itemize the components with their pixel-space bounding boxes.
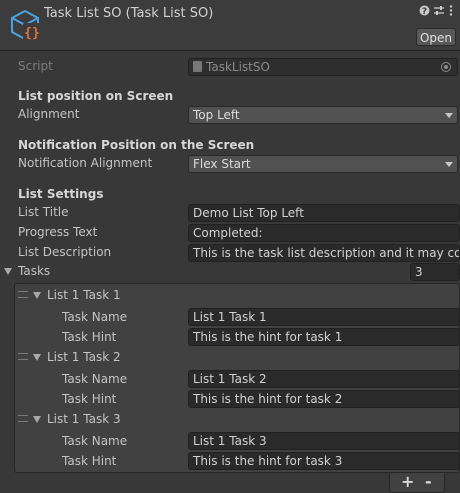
drag-handle-icon[interactable] (18, 353, 28, 360)
add-element-button[interactable]: + (401, 473, 414, 491)
task-element-header: List 1 Task 3 (47, 412, 121, 426)
notification-alignment-dropdown[interactable]: Flex Start (188, 155, 458, 173)
progress-text-field[interactable]: Completed: (188, 224, 460, 242)
list-description-label: List Description (18, 245, 112, 259)
task-hint-field[interactable]: This is the hint for task 1 (188, 328, 460, 346)
drag-handle-icon[interactable] (18, 291, 28, 298)
script-label: Script (18, 59, 53, 73)
list-title-field[interactable]: Demo List Top Left (188, 204, 460, 222)
script-value: TaskListSO (206, 60, 270, 74)
task-name-field[interactable]: List 1 Task 3 (188, 432, 460, 450)
drag-handle-icon[interactable] (18, 415, 28, 422)
foldout-arrow-icon[interactable] (33, 292, 41, 299)
svg-text:?: ? (422, 7, 427, 16)
inspector-header: {} Task List SO (Task List SO) ? Open (0, 0, 460, 51)
notification-position-heading: Notification Position on the Screen (18, 138, 255, 152)
script-file-icon (193, 61, 202, 72)
progress-text-label: Progress Text (18, 225, 98, 239)
task-hint-field[interactable]: This is the hint for task 2 (188, 390, 460, 408)
alignment-label: Alignment (18, 107, 80, 121)
object-picker-icon (441, 62, 451, 72)
task-name-field[interactable]: List 1 Task 1 (188, 308, 460, 326)
help-icon[interactable]: ? (419, 5, 430, 19)
remove-element-button[interactable]: - (425, 473, 432, 491)
dropdown-arrow-icon (445, 113, 453, 118)
task-element-header: List 1 Task 1 (47, 288, 121, 302)
list-position-heading: List position on Screen (18, 89, 174, 103)
task-name-label: Task Name (62, 434, 128, 448)
inspector-title: Task List SO (Task List SO) (44, 6, 214, 21)
dropdown-arrow-icon (445, 162, 453, 167)
task-name-field[interactable]: List 1 Task 2 (188, 370, 460, 388)
task-hint-label: Task Hint (62, 392, 117, 406)
foldout-arrow-icon[interactable] (33, 354, 41, 361)
foldout-arrow-icon[interactable] (33, 416, 41, 423)
alignment-dropdown[interactable]: Top Left (188, 106, 458, 124)
settings-sliders-icon[interactable] (433, 5, 445, 19)
task-name-label: Task Name (62, 372, 128, 386)
alignment-value: Top Left (193, 108, 240, 122)
notification-alignment-label: Notification Alignment (18, 156, 153, 170)
list-description-field[interactable]: This is the task list description and it… (188, 244, 460, 262)
open-button[interactable]: Open (416, 28, 456, 46)
list-settings-heading: List Settings (18, 187, 104, 201)
more-menu-icon[interactable] (449, 5, 453, 19)
notification-alignment-value: Flex Start (193, 157, 251, 171)
task-element-header: List 1 Task 2 (47, 350, 121, 364)
task-hint-label: Task Hint (62, 454, 117, 468)
task-name-label: Task Name (62, 310, 128, 324)
list-footer: + - (389, 473, 445, 493)
tasks-label: Tasks (18, 264, 51, 278)
task-hint-field[interactable]: This is the hint for task 3 (188, 452, 460, 470)
list-title-label: List Title (18, 205, 69, 219)
svg-text:{}: {} (24, 26, 40, 41)
task-hint-label: Task Hint (62, 330, 117, 344)
script-asset-icon: {} (11, 9, 41, 41)
tasks-count-field[interactable]: 3 (410, 263, 460, 281)
tasks-foldout-icon[interactable] (4, 268, 12, 275)
script-object-field: TaskListSO (188, 58, 458, 76)
